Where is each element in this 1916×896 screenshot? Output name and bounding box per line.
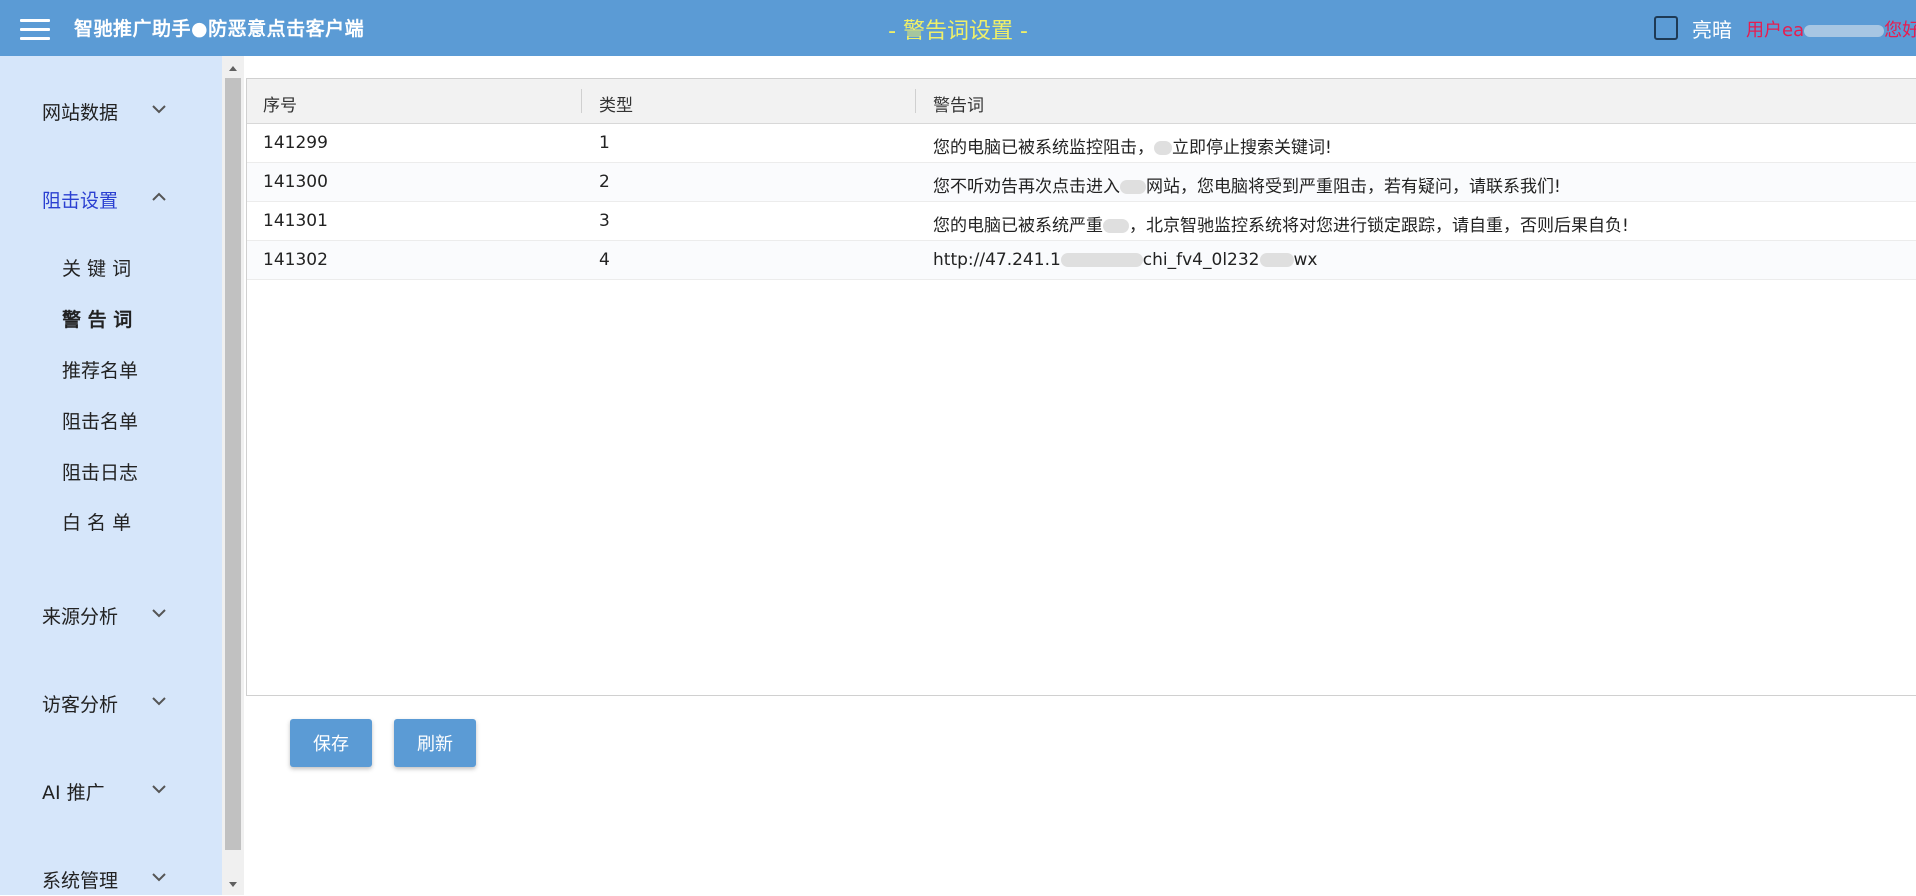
table-row[interactable]: 141301 3 您的电脑已被系统严重 ，北京智驰监控系统将对您进行锁定跟踪，请自… <box>247 202 1916 241</box>
save-button[interactable]: 保存 <box>290 719 372 767</box>
sidebar-group-label: 系统管理 <box>42 870 119 892</box>
redacted-username <box>1804 25 1885 37</box>
sidebar-group-block-settings[interactable]: 阻击设置 <box>0 178 222 218</box>
sidebar-group-system-management[interactable]: 系统管理 <box>0 858 222 895</box>
sidebar-group-label: 阻击设置 <box>42 190 119 212</box>
chevron-down-icon <box>152 696 166 708</box>
user-greeting: 用户ea 您好 <box>1746 16 1916 42</box>
cell-id: 141299 <box>263 133 328 153</box>
sidebar-item-block-list[interactable]: 阻击名单 <box>62 407 138 434</box>
scrollbar-thumb[interactable] <box>225 78 241 850</box>
sidebar-group-site-data[interactable]: 网站数据 <box>0 90 222 130</box>
cell-warning-part: ，北京智驰监控系统将对您进行锁定跟踪，请自重，否则后果自负! <box>1129 216 1629 236</box>
cell-type: 4 <box>599 250 610 270</box>
cell-type: 2 <box>599 172 610 192</box>
cell-warning: 您不听劝告再次点击进入 网站，您电脑将受到严重阻击，若有疑问，请联系我们! <box>933 172 1561 197</box>
scroll-down-arrow-icon[interactable] <box>222 877 244 891</box>
sidebar-scrollbar[interactable] <box>222 56 244 895</box>
chevron-down-icon <box>152 608 166 620</box>
cell-warning-part: 您的电脑已被系统监控阻击， <box>933 138 1154 158</box>
sidebar-item-block-log[interactable]: 阻击日志 <box>62 458 138 485</box>
column-divider[interactable] <box>581 89 582 113</box>
cell-warning-part: wx <box>1293 250 1318 270</box>
redacted-text <box>1120 180 1146 194</box>
theme-toggle-checkbox[interactable] <box>1654 16 1678 40</box>
refresh-button[interactable]: 刷新 <box>394 719 476 767</box>
table-row[interactable]: 141300 2 您不听劝告再次点击进入 网站，您电脑将受到严重阻击，若有疑问，请… <box>247 163 1916 202</box>
table-header: 序号 类型 警告词 <box>247 79 1916 124</box>
sidebar-group-visitor-analysis[interactable]: 访客分析 <box>0 682 222 722</box>
cell-warning: http://47.241.1 chi_fv4_0l232 wx <box>933 250 1317 270</box>
redacted-text <box>1103 219 1129 233</box>
cell-warning: 您的电脑已被系统监控阻击， 立即停止搜索关键词! <box>933 133 1332 158</box>
chevron-up-icon <box>152 192 166 204</box>
cell-id: 141301 <box>263 211 328 231</box>
cell-warning-part: 立即停止搜索关键词! <box>1172 138 1332 158</box>
column-header-type[interactable]: 类型 <box>599 91 633 116</box>
column-header-warning[interactable]: 警告词 <box>933 91 984 116</box>
cell-warning-part: http://47.241.1 <box>933 250 1061 270</box>
sidebar-group-label: 访客分析 <box>42 694 119 716</box>
cell-id: 141302 <box>263 250 328 270</box>
cell-type: 1 <box>599 133 610 153</box>
cell-type: 3 <box>599 211 610 231</box>
sidebar-group-source-analysis[interactable]: 来源分析 <box>0 594 222 634</box>
cell-warning-part: 您不听劝告再次点击进入 <box>933 177 1120 197</box>
cell-warning-part: 网站，您电脑将受到严重阻击，若有疑问，请联系我们! <box>1146 177 1561 197</box>
greeting-suffix: 您好 <box>1884 20 1916 41</box>
sidebar-group-label: AI 推广 <box>42 782 105 804</box>
sidebar-item-keywords[interactable]: 关 键 词 <box>62 254 131 281</box>
chevron-down-icon <box>152 872 166 884</box>
column-header-id[interactable]: 序号 <box>263 91 297 116</box>
sidebar-group-ai-promotion[interactable]: AI 推广 <box>0 770 222 810</box>
redacted-text <box>1060 253 1143 267</box>
page-title: - 警告词设置 - <box>888 19 1028 44</box>
sidebar-group-label: 网站数据 <box>42 102 119 124</box>
column-divider[interactable] <box>915 89 916 113</box>
app-header: 智驰推广助手●防恶意点击客户端 - 警告词设置 - 亮暗 用户ea 您好 <box>0 0 1916 56</box>
warning-words-table: 序号 类型 警告词 141299 1 您的电脑已被系统监控阻击， 立即停止搜索关键… <box>246 78 1916 696</box>
redacted-text <box>1259 253 1294 267</box>
table-row[interactable]: 141302 4 http://47.241.1 chi_fv4_0l232 wx <box>247 241 1916 280</box>
table-row[interactable]: 141299 1 您的电脑已被系统监控阻击， 立即停止搜索关键词! <box>247 124 1916 163</box>
chevron-down-icon <box>152 104 166 116</box>
cell-warning: 您的电脑已被系统严重 ，北京智驰监控系统将对您进行锁定跟踪，请自重，否则后果自负! <box>933 211 1629 236</box>
scroll-up-arrow-icon[interactable] <box>222 60 244 74</box>
sidebar: 网站数据 阻击设置 关 键 词 警 告 词 推荐名单 阻击名单 阻击日志 白 名… <box>0 56 222 895</box>
sidebar-item-whitelist[interactable]: 白 名 单 <box>62 508 131 535</box>
cell-id: 141300 <box>263 172 328 192</box>
greeting-prefix: 用户ea <box>1746 20 1805 41</box>
sidebar-item-warning-words[interactable]: 警 告 词 <box>62 305 132 332</box>
cell-warning-part: 您的电脑已被系统严重 <box>933 216 1103 236</box>
sidebar-group-label: 来源分析 <box>42 606 119 628</box>
redacted-text <box>1154 141 1172 155</box>
theme-toggle-label[interactable]: 亮暗 <box>1692 14 1732 43</box>
cell-warning-part: chi_fv4_0l232 <box>1142 250 1260 270</box>
chevron-down-icon <box>152 784 166 796</box>
sidebar-item-recommend-list[interactable]: 推荐名单 <box>62 356 138 383</box>
